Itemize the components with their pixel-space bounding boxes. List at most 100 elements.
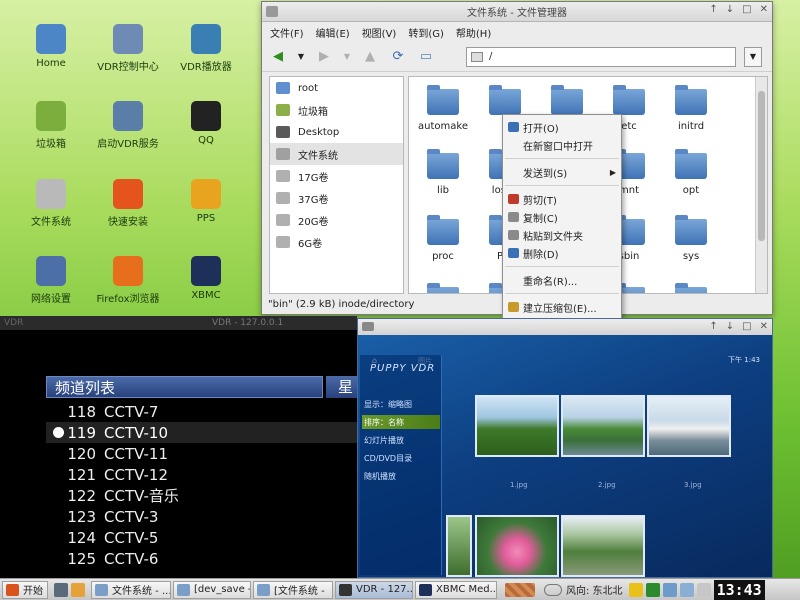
database-icon[interactable] bbox=[645, 582, 660, 597]
folder-item[interactable]: lib bbox=[413, 149, 473, 196]
up-icon[interactable]: ▲ bbox=[360, 47, 380, 67]
vdr-titlebar[interactable]: VDR VDR - 127.0.0.1 bbox=[0, 316, 357, 330]
desktop-icon[interactable]: VDR控制中心 bbox=[93, 24, 163, 73]
photo-thumbnail[interactable] bbox=[647, 395, 731, 457]
photo-thumbnail[interactable] bbox=[446, 515, 472, 577]
back-icon[interactable]: ◀ bbox=[268, 47, 288, 67]
scrollbar[interactable] bbox=[755, 77, 767, 293]
folder-item[interactable]: proc bbox=[413, 215, 473, 262]
folder-item[interactable]: opt bbox=[661, 149, 721, 196]
context-menu-item[interactable]: 剪切(T) bbox=[503, 190, 621, 208]
folder-view-icon[interactable]: ▭ bbox=[416, 47, 436, 67]
close-icon[interactable]: ✕ bbox=[760, 4, 768, 15]
xbmc-menu-item[interactable]: 幻灯片播放 bbox=[362, 433, 440, 447]
location-field[interactable]: / bbox=[466, 46, 736, 67]
desktop-icon[interactable]: PPS bbox=[171, 179, 241, 224]
desktop-icon[interactable]: 快速安装 bbox=[93, 179, 163, 228]
taskbar-task[interactable]: VDR - 127.... bbox=[335, 580, 413, 599]
channel-row[interactable]: 125 CCTV-6 bbox=[46, 548, 357, 569]
folder-item[interactable] bbox=[413, 283, 473, 293]
xbmc-maximize-icon[interactable]: □ bbox=[742, 321, 751, 332]
xbmc-shade-icon[interactable]: ↓ bbox=[726, 321, 734, 332]
desktop-icon[interactable]: Firefox浏览器 bbox=[93, 256, 163, 305]
xbmc-menu-item[interactable]: 排序：名称 bbox=[362, 415, 440, 429]
context-menu-item[interactable]: 重命名(R)... bbox=[503, 271, 621, 289]
photo-thumbnail[interactable] bbox=[475, 395, 559, 457]
menu-item[interactable]: 视图(V) bbox=[362, 25, 397, 40]
desktop-icon[interactable]: 文件系统 bbox=[16, 179, 86, 228]
desktop-icon[interactable]: 启动VDR服务 bbox=[93, 101, 163, 150]
folder-item[interactable] bbox=[661, 283, 721, 293]
desktop-icon[interactable]: 垃圾箱 bbox=[16, 101, 86, 150]
photo-thumbnail[interactable] bbox=[561, 515, 645, 577]
window-menu-icon[interactable] bbox=[266, 6, 278, 17]
quicklaunch-file-manager-icon[interactable] bbox=[71, 582, 85, 597]
desktop-icon[interactable]: QQ bbox=[171, 101, 241, 146]
context-menu-item[interactable]: 复制(C) bbox=[503, 208, 621, 226]
scrollbar-thumb[interactable] bbox=[758, 91, 765, 241]
update-icon[interactable] bbox=[628, 582, 643, 597]
tray-wall-icon[interactable] bbox=[505, 582, 535, 597]
weather-icon[interactable] bbox=[544, 583, 562, 596]
context-menu-item[interactable]: 打开(O) bbox=[503, 118, 621, 136]
back-dropdown-icon[interactable]: ▼ bbox=[296, 47, 306, 67]
forward-dropdown-icon[interactable]: ▼ bbox=[342, 47, 352, 67]
maximize-icon[interactable]: □ bbox=[742, 4, 751, 15]
forward-icon[interactable]: ▶ bbox=[314, 47, 334, 67]
photo-thumbnail[interactable] bbox=[561, 395, 645, 457]
channel-row[interactable]: 124 CCTV-5 bbox=[46, 527, 357, 548]
sidebar-item[interactable]: Desktop bbox=[270, 121, 403, 143]
xbmc-close-icon[interactable]: ✕ bbox=[760, 321, 768, 332]
folder-item[interactable]: initrd bbox=[661, 85, 721, 132]
menu-item[interactable]: 编辑(E) bbox=[316, 25, 350, 40]
desktop-icon[interactable]: VDR播放器 bbox=[171, 24, 241, 73]
xbmc-menu-item[interactable]: CD/DVD目录 bbox=[362, 451, 440, 465]
start-button[interactable]: 开始 bbox=[2, 580, 48, 599]
display-tray-icon[interactable] bbox=[679, 582, 694, 597]
channel-row[interactable]: 118 CCTV-7 bbox=[46, 401, 357, 422]
shade-icon[interactable]: ↓ bbox=[726, 4, 734, 15]
xbmc-minimize-icon[interactable]: ↑ bbox=[709, 321, 717, 332]
sidebar-item[interactable]: 文件系统 bbox=[270, 143, 403, 165]
context-menu-item[interactable]: 删除(D) bbox=[503, 244, 621, 262]
taskbar-task[interactable]: 文件系统 - ... bbox=[91, 580, 171, 599]
minimize-icon[interactable]: ↑ bbox=[709, 4, 717, 15]
desktop-icon[interactable]: XBMC bbox=[171, 256, 241, 301]
desktop-icon[interactable]: Home bbox=[16, 24, 86, 69]
channel-row[interactable]: 120 CCTV-11 bbox=[46, 443, 357, 464]
sidebar-item[interactable]: 20G卷 bbox=[270, 209, 403, 231]
context-menu-item[interactable]: 建立压缩包(E)... bbox=[503, 298, 621, 316]
folder-item[interactable]: automake bbox=[413, 85, 473, 132]
xbmc-titlebar[interactable]: ↑ ↓ □ ✕ bbox=[358, 319, 772, 335]
channel-row[interactable]: 122 CCTV-音乐 bbox=[46, 485, 357, 506]
folder-item[interactable]: sys bbox=[661, 215, 721, 262]
menu-item[interactable]: 转到(G) bbox=[408, 25, 444, 40]
file-manager-titlebar[interactable]: 文件系统 - 文件管理器 ↑ ↓ □ ✕ bbox=[262, 2, 772, 22]
menu-item[interactable]: 文件(F) bbox=[270, 25, 304, 40]
channel-row[interactable]: 123 CCTV-3 bbox=[46, 506, 357, 527]
clock[interactable]: 13:43 bbox=[713, 579, 765, 600]
sidebar-item[interactable]: 17G卷 bbox=[270, 165, 403, 187]
sidebar-item[interactable]: 6G卷 bbox=[270, 231, 403, 253]
xbmc-menu-item[interactable]: 随机播放 bbox=[362, 469, 440, 483]
refresh-icon[interactable]: ⟳ bbox=[388, 47, 408, 67]
taskbar-task[interactable]: XBMC Med... bbox=[415, 580, 497, 599]
desktop-icon[interactable]: 网络设置 bbox=[16, 256, 86, 305]
menu-item[interactable]: 帮助(H) bbox=[456, 25, 491, 40]
photo-thumbnail[interactable] bbox=[475, 515, 559, 577]
taskbar-task[interactable]: [dev_save - bbox=[173, 580, 251, 599]
volume-icon[interactable] bbox=[696, 582, 711, 597]
channel-row[interactable]: 121 CCTV-12 bbox=[46, 464, 357, 485]
sidebar-item[interactable]: 垃圾箱 bbox=[270, 99, 403, 121]
taskbar-task[interactable]: [文件系统 - bbox=[253, 580, 333, 599]
context-menu-item[interactable]: 发送到(S) ▶ bbox=[503, 163, 621, 181]
sidebar-item[interactable]: 37G卷 bbox=[270, 187, 403, 209]
xbmc-menu-item[interactable]: 显示：缩略图 bbox=[362, 397, 440, 411]
show-desktop-icon[interactable] bbox=[54, 582, 68, 597]
channel-row[interactable]: 119 CCTV-10 bbox=[46, 422, 357, 443]
location-dropdown-icon[interactable]: ▼ bbox=[744, 46, 762, 67]
sidebar-item[interactable]: root bbox=[270, 77, 403, 99]
context-menu-item[interactable]: 在新窗口中打开 bbox=[503, 136, 621, 154]
context-menu-item[interactable]: 粘贴到文件夹 bbox=[503, 226, 621, 244]
network-tray-icon[interactable] bbox=[662, 582, 677, 597]
